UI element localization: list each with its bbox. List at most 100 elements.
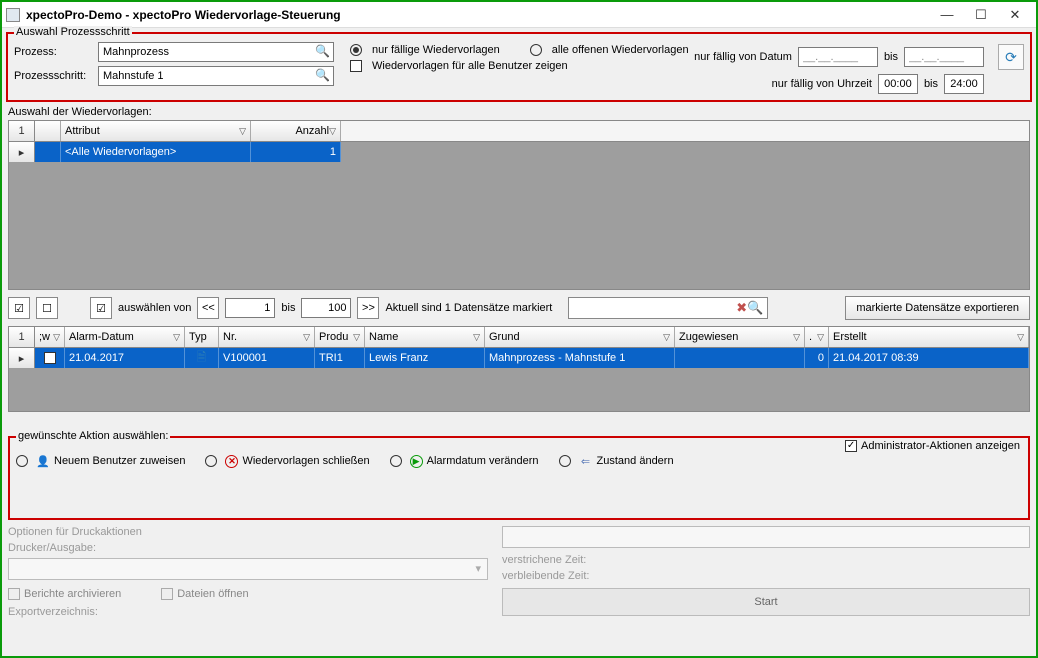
schritt-label: Prozessschritt: xyxy=(14,70,92,82)
time-to-input[interactable] xyxy=(944,74,984,94)
grid1-header: 1 Attribut▽ Anzahl▽ xyxy=(9,121,1029,142)
user-icon: 👤 xyxy=(36,454,50,468)
g2-col-typ[interactable]: Typ xyxy=(185,327,219,347)
remaining-label: verbleibende Zeit: xyxy=(502,570,1030,582)
titlebar: xpectoPro-Demo - xpectoPro Wiedervorlage… xyxy=(2,2,1036,28)
action-close[interactable]: ✕Wiedervorlagen schließen xyxy=(205,455,369,468)
action-change-alarm[interactable]: ▶Alarmdatum verändern xyxy=(390,455,539,468)
archive-option[interactable]: Berichte archivieren xyxy=(8,588,121,600)
action-row: 👤Neuem Benutzer zuweisen ✕Wiedervorlagen… xyxy=(16,454,1022,468)
date-to-input[interactable] xyxy=(904,47,984,67)
grid1-row[interactable]: ▸ <Alle Wiedervorlagen> 1 xyxy=(9,142,1029,162)
export-button[interactable]: markierte Datensätze exportieren xyxy=(845,296,1030,320)
radio-faellig-label: nur fällige Wiedervorlagen xyxy=(372,44,500,56)
action-assign-user[interactable]: 👤Neuem Benutzer zuweisen xyxy=(16,454,185,468)
grid2-row[interactable]: ▸ 21.04.2017 🗎 V100001 TRI1 Lewis Franz … xyxy=(9,348,1029,368)
document-icon: 🗎 xyxy=(197,348,207,369)
g2-col-rownum[interactable]: 1 xyxy=(9,327,35,347)
g2-col-dot[interactable]: .▽ xyxy=(805,327,829,347)
g2-cell-dot: 0 xyxy=(805,348,829,368)
prozess-label: Prozess: xyxy=(14,46,92,58)
col-blank[interactable] xyxy=(35,121,61,141)
time-label: nur fällig von Uhrzeit xyxy=(772,78,872,90)
radio-alle[interactable] xyxy=(530,44,542,56)
g2-col-prod[interactable]: Produ▽ xyxy=(315,327,365,347)
schritt-input[interactable] xyxy=(98,66,334,86)
g2-col-grund[interactable]: Grund▽ xyxy=(485,327,675,347)
search-icon[interactable]: 🔍 xyxy=(315,68,330,82)
grid1-legend: Auswahl der Wiedervorlagen: xyxy=(8,106,1030,118)
process-selection-box: Auswahl Prozessschritt Prozess: 🔍 Prozes… xyxy=(6,32,1032,102)
range-prev-button[interactable]: << xyxy=(197,297,219,319)
status-text: Aktuell sind 1 Datensätze markiert xyxy=(385,302,552,314)
app-window: xpectoPro-Demo - xpectoPro Wiedervorlage… xyxy=(0,0,1038,658)
radio-faellig[interactable] xyxy=(350,44,362,56)
search-icon[interactable]: 🔍 xyxy=(315,44,330,58)
cell-attribut: <Alle Wiedervorlagen> xyxy=(61,142,251,162)
prozess-combo[interactable]: 🔍 xyxy=(98,42,334,62)
col-anzahl[interactable]: Anzahl▽ xyxy=(251,121,341,141)
g2-row-indicator: ▸ xyxy=(9,348,35,368)
close-button[interactable]: ✕ xyxy=(998,4,1032,26)
action-box: gewünschte Aktion auswählen: Administrat… xyxy=(8,436,1030,520)
refresh-button[interactable]: ⟳ xyxy=(998,44,1024,70)
drucker-select[interactable] xyxy=(8,558,488,580)
g2-col-alarm[interactable]: Alarm-Datum▽ xyxy=(65,327,185,347)
action-change-state[interactable]: ⇐Zustand ändern xyxy=(559,454,674,468)
grid-datensaetze[interactable]: 1 ;w▽ Alarm-Datum▽ Typ Nr.▽ Produ▽ Name▽… xyxy=(8,326,1030,412)
range-to-input[interactable] xyxy=(301,298,351,318)
g2-col-nr[interactable]: Nr.▽ xyxy=(219,327,315,347)
g2-cell-alarm: 21.04.2017 xyxy=(65,348,185,368)
minimize-button[interactable]: — xyxy=(930,4,964,26)
select-all-button[interactable]: ☑ xyxy=(8,297,30,319)
admin-checkbox[interactable] xyxy=(845,440,857,452)
process-legend: Auswahl Prozessschritt xyxy=(14,26,132,38)
g2-cell-name: Lewis Franz xyxy=(365,348,485,368)
time-from-input[interactable] xyxy=(878,74,918,94)
export-label: Exportverzeichnis: xyxy=(8,606,488,618)
chk-allusers-label: Wiedervorlagen für alle Benutzer zeigen xyxy=(372,60,568,72)
filter-options: nur fällige Wiedervorlagen alle offenen … xyxy=(350,38,689,72)
g2-col-zug[interactable]: Zugewiesen▽ xyxy=(675,327,805,347)
elapsed-label: verstrichene Zeit: xyxy=(502,554,1030,566)
grid2-header: 1 ;w▽ Alarm-Datum▽ Typ Nr.▽ Produ▽ Name▽… xyxy=(9,327,1029,348)
app-icon xyxy=(6,8,20,22)
select-none-button[interactable]: ☐ xyxy=(36,297,58,319)
g2-cell-prod: TRI1 xyxy=(315,348,365,368)
date-label: nur fällig von Datum xyxy=(694,51,792,63)
maximize-button[interactable]: ☐ xyxy=(964,4,998,26)
range-from-input[interactable] xyxy=(225,298,275,318)
date-from-input[interactable] xyxy=(798,47,878,67)
progress-panel: verstrichene Zeit: verbleibende Zeit: St… xyxy=(502,526,1030,622)
bottom-panel: Optionen für Druckaktionen Drucker/Ausga… xyxy=(8,526,1030,622)
select-range-check[interactable]: ☑ xyxy=(90,297,112,319)
g2-col-erstellt[interactable]: Erstellt▽ xyxy=(829,327,1029,347)
print-legend: Optionen für Druckaktionen xyxy=(8,526,488,538)
g2-cell-check[interactable] xyxy=(35,348,65,368)
start-button[interactable]: Start xyxy=(502,588,1030,616)
drucker-label: Drucker/Ausgabe: xyxy=(8,542,488,554)
grid-wiedervorlagen[interactable]: 1 Attribut▽ Anzahl▽ ▸ <Alle Wiedervorlag… xyxy=(8,120,1030,290)
open-files-option[interactable]: Dateien öffnen xyxy=(161,588,248,600)
schritt-combo[interactable]: 🔍 xyxy=(98,66,334,86)
search-box[interactable]: ✖🔍 xyxy=(568,297,768,319)
action-legend: gewünschte Aktion auswählen: xyxy=(16,430,170,442)
range-next-button[interactable]: >> xyxy=(357,297,379,319)
g2-cell-nr: V100001 xyxy=(219,348,315,368)
row-blank xyxy=(35,142,61,162)
arrow-icon: ⇐ xyxy=(579,454,593,468)
cell-anzahl: 1 xyxy=(251,142,341,162)
print-options: Optionen für Druckaktionen Drucker/Ausga… xyxy=(8,526,488,622)
row-indicator: ▸ xyxy=(9,142,35,162)
progress-text xyxy=(502,526,1030,548)
search-clear-icon[interactable]: ✖🔍 xyxy=(736,300,763,316)
prozess-input[interactable] xyxy=(98,42,334,62)
process-fields: Prozess: 🔍 Prozessschritt: 🔍 xyxy=(14,38,334,86)
col-attribut[interactable]: Attribut▽ xyxy=(61,121,251,141)
bis-label: bis xyxy=(884,51,898,63)
col-rownum[interactable]: 1 xyxy=(9,121,35,141)
g2-col-sw[interactable]: ;w▽ xyxy=(35,327,65,347)
g2-cell-zug xyxy=(675,348,805,368)
chk-allusers[interactable] xyxy=(350,60,362,72)
g2-col-name[interactable]: Name▽ xyxy=(365,327,485,347)
